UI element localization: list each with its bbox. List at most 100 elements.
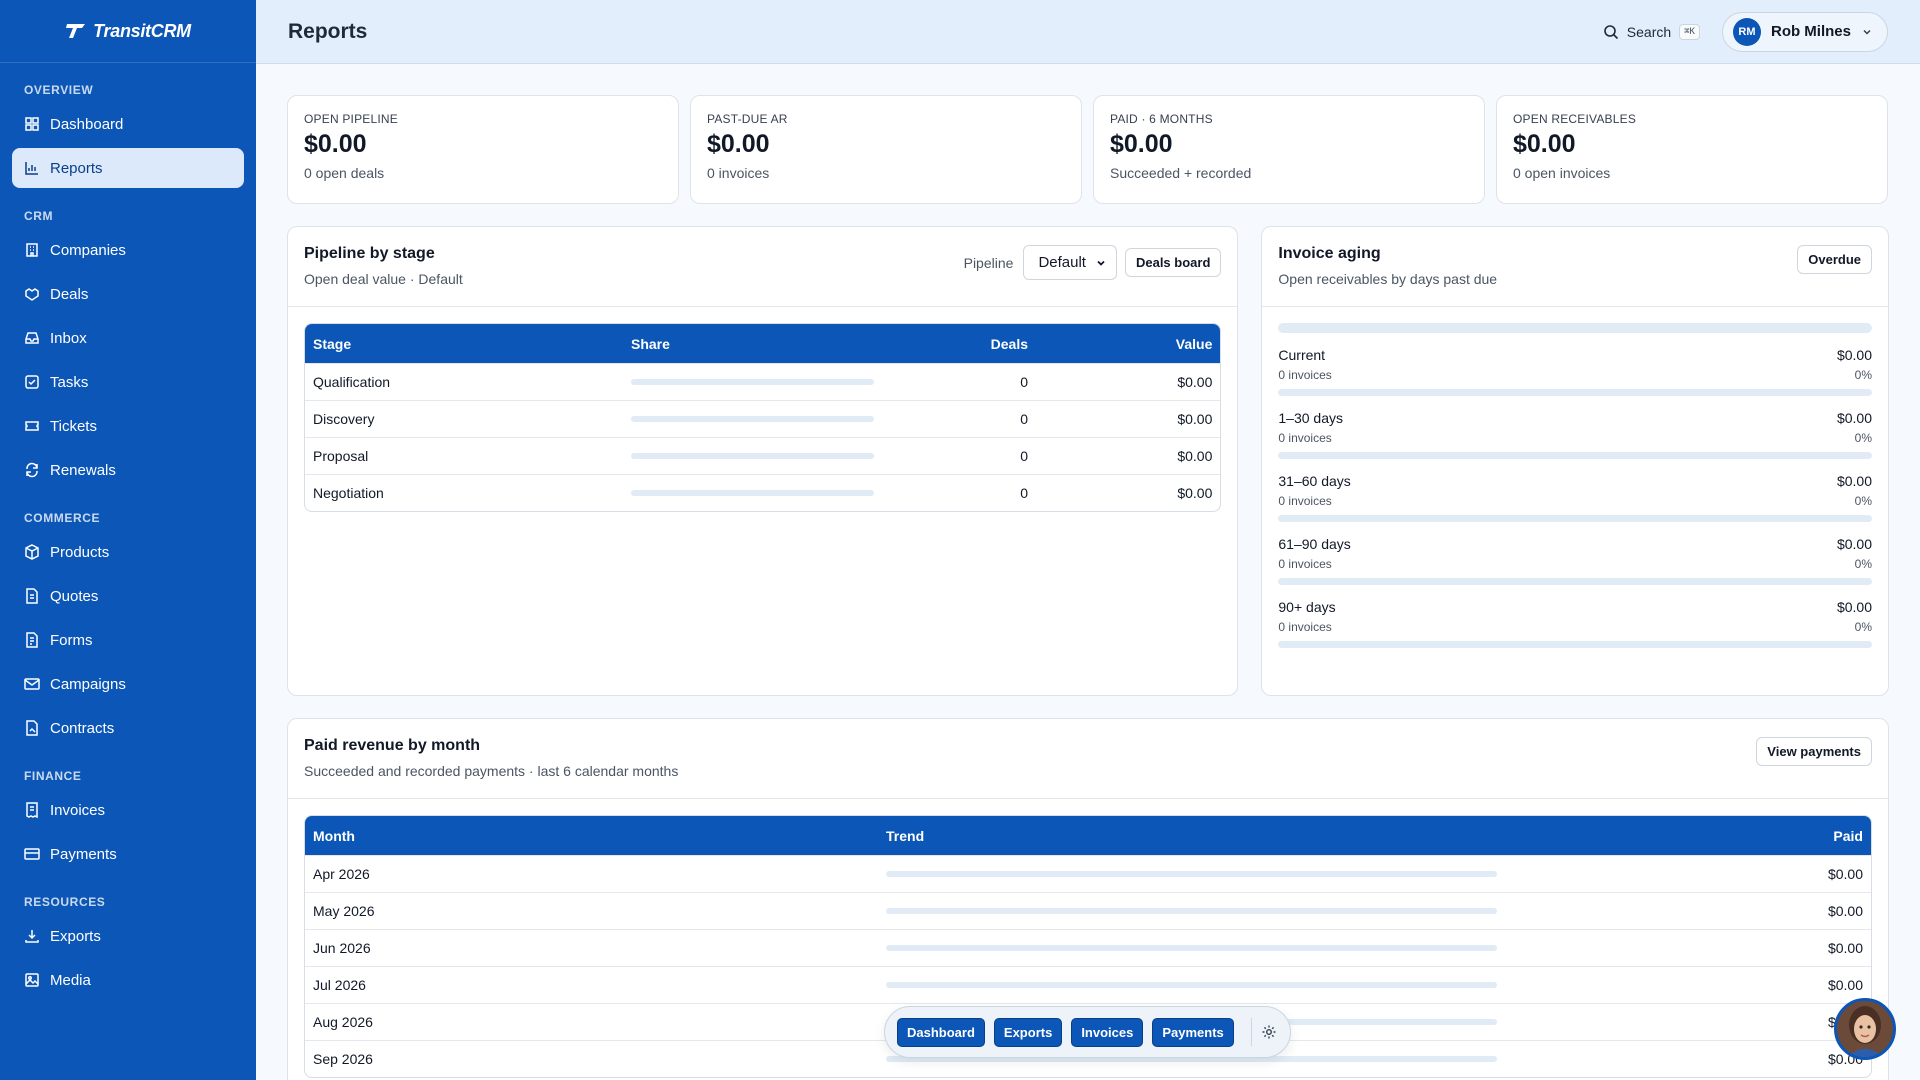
view-payments-button[interactable]: View payments xyxy=(1756,737,1872,766)
bucket-count: 0 invoices xyxy=(1278,620,1332,634)
sidebar-item-inbox[interactable]: Inbox xyxy=(12,318,244,358)
search-button[interactable]: Search ⌘K xyxy=(1603,23,1700,40)
deals-cell: 0 xyxy=(913,363,1036,400)
nav-section-commerce: COMMERCE xyxy=(24,511,101,525)
column-header[interactable]: Paid xyxy=(1578,816,1871,855)
kpi-sub: Succeeded + recorded xyxy=(1110,165,1252,181)
share-cell xyxy=(623,400,913,437)
sidebar-item-reports[interactable]: Reports xyxy=(12,148,244,188)
chevron-down-icon xyxy=(1097,260,1105,266)
share-cell xyxy=(623,437,913,474)
table-row[interactable]: Qualification 0 $0.00 xyxy=(305,363,1221,400)
kpi-card-open-pipeline: OPEN PIPELINE $0.00 0 open deals xyxy=(287,95,679,204)
column-header[interactable]: Trend xyxy=(878,816,1578,855)
quick-nav-dashboard[interactable]: Dashboard xyxy=(897,1017,985,1047)
sidebar-item-payments[interactable]: Payments xyxy=(12,834,244,874)
kpi-card-open-receivables: OPEN RECEIVABLES $0.00 0 open invoices xyxy=(1496,95,1888,204)
bucket-percent: 0% xyxy=(1854,557,1872,571)
sidebar-item-label: Media xyxy=(50,971,91,989)
sidebar-item-companies[interactable]: Companies xyxy=(12,230,244,270)
sidebar-item-products[interactable]: Products xyxy=(12,532,244,572)
top-header: Reports Search ⌘K RM Rob Milnes xyxy=(256,0,1920,64)
share-cell xyxy=(623,474,913,511)
column-header[interactable]: Deals xyxy=(913,324,1036,363)
table-row[interactable]: Negotiation 0 $0.00 xyxy=(305,474,1221,511)
nav-section-crm: CRM xyxy=(24,209,54,223)
table-row[interactable]: Discovery 0 $0.00 xyxy=(305,400,1221,437)
month-cell: May 2026 xyxy=(305,892,878,929)
sidebar-item-label: Inbox xyxy=(50,329,87,347)
column-header[interactable]: Share xyxy=(623,324,913,363)
table-row[interactable]: Apr 2026 $0.00 xyxy=(305,855,1871,892)
quick-nav-payments[interactable]: Payments xyxy=(1152,1017,1234,1047)
table-row[interactable]: Jun 2026 $0.00 xyxy=(305,929,1871,966)
trend-bar xyxy=(886,871,1497,877)
month-cell: Aug 2026 xyxy=(305,1003,878,1040)
kpi-value: $0.00 xyxy=(707,130,770,158)
value-cell: $0.00 xyxy=(1036,437,1221,474)
sidebar-item-renewals[interactable]: Renewals xyxy=(12,450,244,490)
bucket-count: 0 invoices xyxy=(1278,557,1332,571)
sidebar-item-dashboard[interactable]: Dashboard xyxy=(12,104,244,144)
bucket-percent: 0% xyxy=(1854,431,1872,445)
sidebar-item-campaigns[interactable]: Campaigns xyxy=(12,664,244,704)
table-row[interactable]: May 2026 $0.00 xyxy=(305,892,1871,929)
sidebar-item-invoices[interactable]: Invoices xyxy=(12,790,244,830)
value-cell: $0.00 xyxy=(1036,400,1221,437)
search-label: Search xyxy=(1626,23,1672,40)
user-menu-button[interactable]: RM Rob Milnes xyxy=(1721,11,1888,52)
pipeline-by-stage-card: Pipeline by stage Open deal value · Defa… xyxy=(287,226,1239,696)
sidebar-item-label: Invoices xyxy=(50,801,106,819)
kpi-value: $0.00 xyxy=(1513,130,1576,158)
column-header[interactable]: Value xyxy=(1036,324,1221,363)
building-icon xyxy=(26,243,38,257)
sidebar-item-tickets[interactable]: Tickets xyxy=(12,406,244,446)
kpi-label: OPEN PIPELINE xyxy=(304,112,398,126)
sidebar-item-label: Campaigns xyxy=(50,675,126,693)
bucket-bar xyxy=(1278,515,1872,522)
sidebar-item-label: Reports xyxy=(50,159,103,177)
brand-logo[interactable]: TransitCRM xyxy=(0,0,256,63)
handshake-icon xyxy=(25,288,39,301)
sidebar-item-forms[interactable]: Forms xyxy=(12,620,244,660)
sidebar-item-label: Tasks xyxy=(50,373,89,391)
sidebar-item-contracts[interactable]: Contracts xyxy=(12,708,244,748)
sidebar-item-tasks[interactable]: Tasks xyxy=(12,362,244,402)
sidebar-item-label: Renewals xyxy=(50,461,116,479)
column-header[interactable]: Month xyxy=(305,816,878,855)
box-icon xyxy=(25,544,39,560)
paid-cell: $0.00 xyxy=(1578,1003,1871,1040)
table-row[interactable]: Proposal 0 $0.00 xyxy=(305,437,1221,474)
kpi-label: PAST-DUE AR xyxy=(707,112,788,126)
deals-cell: 0 xyxy=(913,400,1036,437)
quick-nav-settings-button[interactable] xyxy=(1250,1018,1278,1046)
stage-cell: Negotiation xyxy=(305,474,623,511)
pipeline-select-label: Pipeline xyxy=(963,254,1014,271)
trend-cell xyxy=(878,892,1578,929)
deals-board-button[interactable]: Deals board xyxy=(1124,248,1222,277)
sidebar-item-exports[interactable]: Exports xyxy=(12,916,244,956)
quick-nav-exports[interactable]: Exports xyxy=(993,1017,1063,1047)
card-icon xyxy=(24,848,40,860)
table-row[interactable]: Jul 2026 $0.00 xyxy=(305,966,1871,1003)
card-title: Pipeline by stage xyxy=(304,245,435,262)
sidebar-item-media[interactable]: Media xyxy=(12,960,244,1000)
kpi-value: $0.00 xyxy=(1110,130,1173,158)
search-icon xyxy=(1603,24,1618,39)
pipeline-select[interactable]: Default xyxy=(1023,245,1117,280)
sidebar-item-deals[interactable]: Deals xyxy=(12,274,244,314)
paid-cell: $0.00 xyxy=(1578,855,1871,892)
bucket-count: 0 invoices xyxy=(1278,431,1332,445)
trend-cell xyxy=(878,929,1578,966)
assistant-avatar-button[interactable] xyxy=(1834,998,1896,1060)
column-header[interactable]: Stage xyxy=(305,324,623,363)
sidebar-item-label: Dashboard xyxy=(50,115,124,133)
overdue-button[interactable]: Overdue xyxy=(1797,245,1872,274)
download-icon xyxy=(25,930,39,943)
quick-nav-bar: Dashboard Exports Invoices Payments xyxy=(884,1006,1291,1058)
bucket-label: 90+ days xyxy=(1278,599,1336,615)
trend-bar xyxy=(886,945,1497,951)
sidebar-item-quotes[interactable]: Quotes xyxy=(12,576,244,616)
quick-nav-invoices[interactable]: Invoices xyxy=(1071,1017,1144,1047)
kpi-card-past-due-ar: PAST-DUE AR $0.00 0 invoices xyxy=(690,95,1082,204)
